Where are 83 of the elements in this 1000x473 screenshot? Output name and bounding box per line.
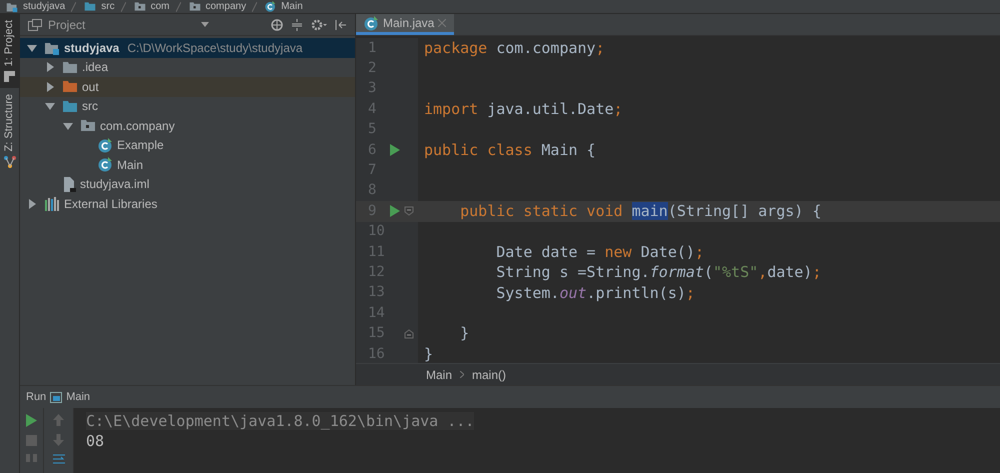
code-line: public static void main(String[] args) { xyxy=(459,201,822,222)
class-icon xyxy=(98,157,113,172)
folder-icon xyxy=(62,60,78,74)
tree-item-label: studyjava.iml xyxy=(80,176,150,194)
tool-window-button[interactable]: Z: Structure xyxy=(0,88,19,174)
dropdown-caret-icon[interactable] xyxy=(201,22,210,27)
fold-icon[interactable] xyxy=(404,328,414,339)
tree-item-path: C:\D\WorkSpace\study\studyjava xyxy=(127,40,303,57)
code-line: } xyxy=(424,344,434,363)
run-configuration[interactable]: Main xyxy=(66,388,90,406)
tree-item-label: out xyxy=(82,78,99,96)
tree-item-label: studyjava xyxy=(64,40,120,57)
tree-item[interactable]: External Libraries xyxy=(20,194,355,214)
tree-item-label: Example xyxy=(117,137,164,154)
breadcrumb[interactable]: Main xyxy=(426,366,452,384)
collapse-arrow-icon[interactable] xyxy=(45,101,55,112)
module-folder-icon xyxy=(6,1,18,12)
code-line: public class Main { xyxy=(424,140,596,161)
tree-item-label: .idea xyxy=(82,59,108,76)
breadcrumb[interactable]: studyjava xyxy=(4,0,66,14)
tree-item[interactable]: src xyxy=(20,96,355,116)
breadcrumb[interactable]: Main xyxy=(263,0,303,14)
module-folder-icon xyxy=(44,40,60,55)
panel-title: Project xyxy=(48,16,86,34)
locate-icon[interactable] xyxy=(271,18,283,30)
fold-icon[interactable] xyxy=(404,206,414,216)
tree-item[interactable]: Main xyxy=(20,155,355,174)
code-line: String s =String.format("%tS",date); xyxy=(495,262,822,284)
soft-wrap-icon[interactable] xyxy=(52,454,64,464)
console-line: 08 xyxy=(86,432,104,450)
window-icon xyxy=(50,392,62,402)
package-folder-icon xyxy=(188,2,200,12)
expand-arrow-icon[interactable] xyxy=(27,198,37,209)
tool-window-button[interactable]: 1: Project xyxy=(0,14,19,88)
separator-icon xyxy=(120,2,126,12)
tree-item[interactable]: studyjava.iml xyxy=(20,174,355,194)
run-icon[interactable] xyxy=(26,414,37,427)
package-folder-icon xyxy=(80,119,96,132)
tree-item-label: Main xyxy=(117,156,144,174)
separator-icon xyxy=(176,2,180,12)
tree-item[interactable]: out xyxy=(20,77,355,96)
breadcrumb[interactable]: com xyxy=(132,0,170,13)
run-icon[interactable] xyxy=(390,205,400,218)
code-line: } xyxy=(459,323,470,344)
tree-item-label: External Libraries xyxy=(64,196,158,213)
collapse-all-icon[interactable] xyxy=(291,18,303,30)
class-icon xyxy=(98,138,113,153)
class-icon xyxy=(264,0,276,12)
code-line: System.out.println(s); xyxy=(495,282,695,304)
tree-item-label: src xyxy=(82,98,98,116)
folder-icon xyxy=(84,2,96,12)
separator-icon xyxy=(71,2,76,12)
separator-icon xyxy=(252,2,258,12)
file-icon xyxy=(62,176,76,192)
tree-item[interactable]: studyjava C:\D\WorkSpace\study\studyjava xyxy=(20,38,355,58)
tree-item[interactable]: .idea xyxy=(20,58,355,77)
folder-icon xyxy=(62,80,78,94)
project-icon xyxy=(4,70,16,82)
breadcrumb[interactable]: src xyxy=(82,0,115,13)
tree-item-label: com.company xyxy=(100,118,175,135)
editor-tab[interactable]: Main.java xyxy=(356,14,454,35)
panel-title: Run xyxy=(26,390,46,405)
breadcrumb[interactable]: main() xyxy=(472,366,506,384)
folder-icon xyxy=(62,100,78,113)
collapse-arrow-icon[interactable] xyxy=(27,42,37,53)
code-line: package com.company; xyxy=(424,38,605,59)
code-line: Date date = new Date(); xyxy=(495,242,704,263)
package-folder-icon xyxy=(134,2,146,12)
run-icon[interactable] xyxy=(390,144,400,156)
libraries-icon xyxy=(44,196,60,211)
breadcrumb[interactable]: company xyxy=(186,0,246,13)
hide-panel-icon[interactable] xyxy=(335,18,347,30)
collapse-arrow-icon[interactable] xyxy=(63,120,73,131)
expand-arrow-icon[interactable] xyxy=(45,62,55,72)
code-line: import java.util.Date; xyxy=(424,99,623,120)
tree-item[interactable]: Example xyxy=(20,136,355,155)
tree-item[interactable]: com.company xyxy=(20,116,355,136)
chevron-icon xyxy=(460,371,464,378)
expand-arrow-icon[interactable] xyxy=(45,82,55,92)
settings-icon[interactable] xyxy=(311,18,327,30)
structure-icon xyxy=(4,156,16,168)
project-view-icon xyxy=(28,18,42,30)
class-icon xyxy=(364,16,379,30)
